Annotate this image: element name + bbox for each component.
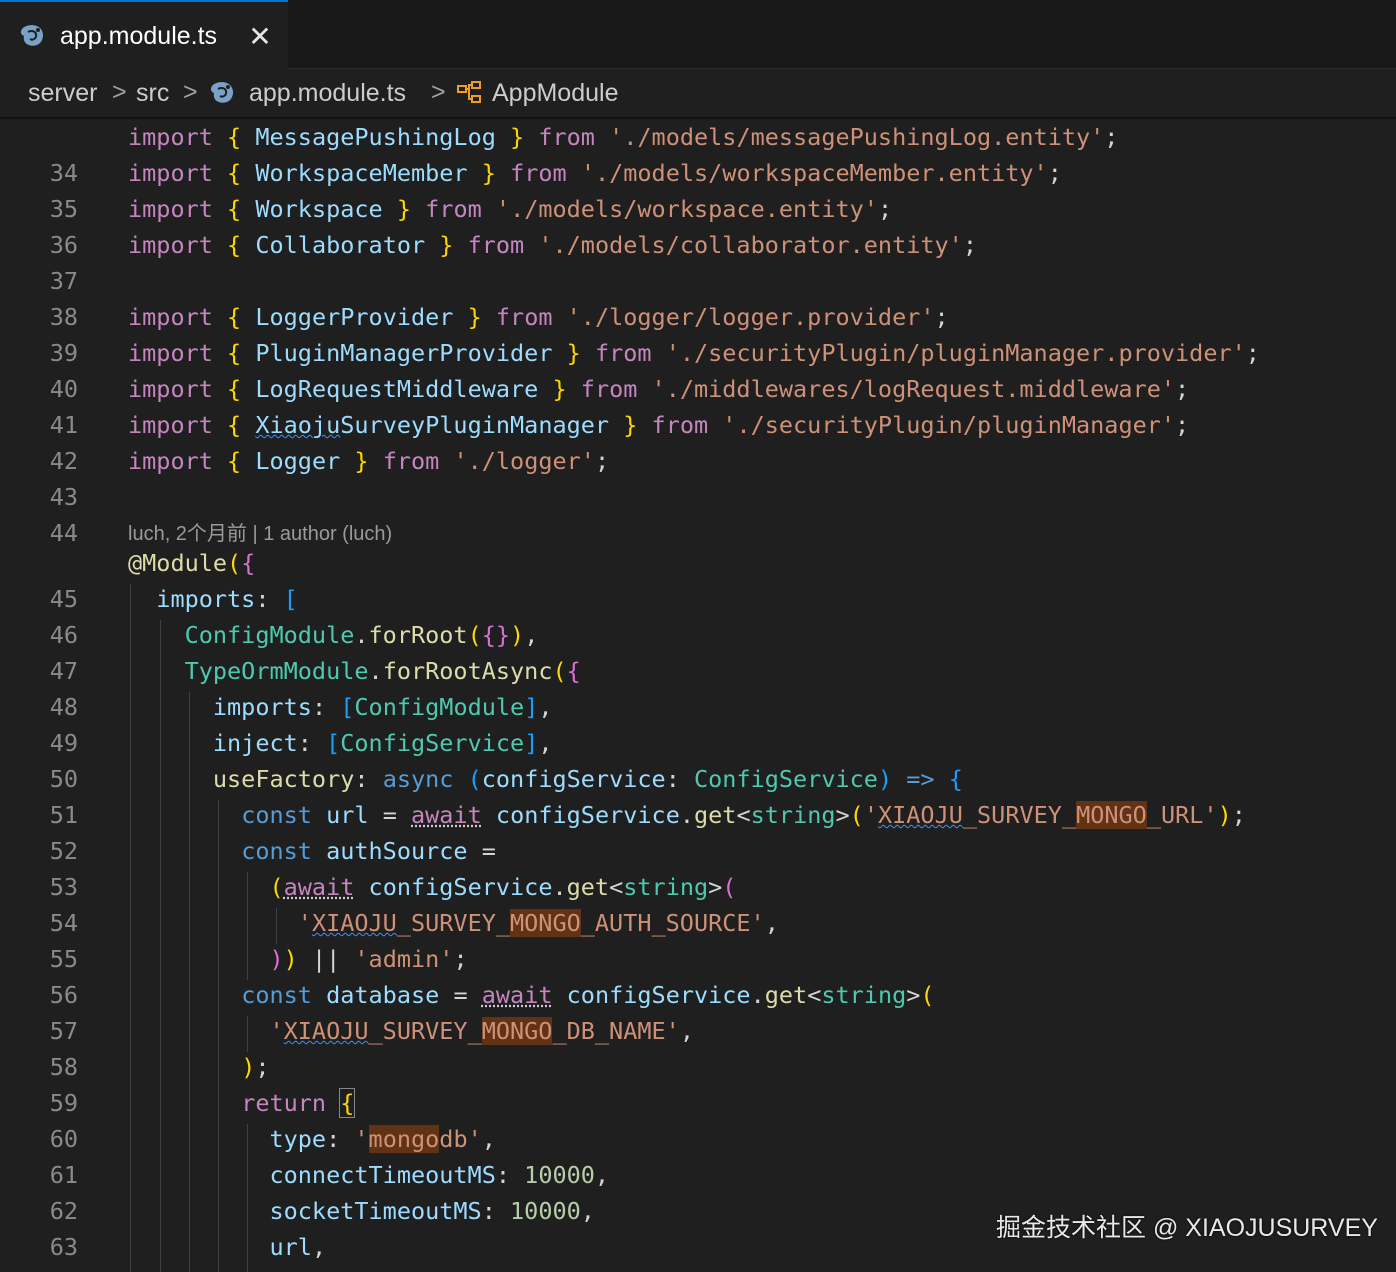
breadcrumb-item-server[interactable]: server bbox=[28, 79, 97, 108]
watermark: 掘金技术社区 @ XIAOJUSURVEY bbox=[996, 1214, 1378, 1242]
code-line: 39 import { LoggerProvider } from './log… bbox=[0, 299, 1396, 367]
code-editor[interactable]: 34 import { MessagePushingLog } from './… bbox=[0, 117, 1396, 1272]
code-line: 46 imports: [ bbox=[0, 581, 1396, 649]
code-line: 41 import { LogRequestMiddleware } from … bbox=[0, 371, 1396, 439]
code-line: 55 'XIAOJU_SURVEY_MONGO_AUTH_SOURCE', bbox=[0, 905, 1396, 973]
chevron-right-icon: > bbox=[431, 78, 446, 106]
code-line: 36 import { Workspace } from './models/w… bbox=[0, 191, 1396, 259]
code-line: 62 connectTimeoutMS: 10000, bbox=[0, 1157, 1396, 1225]
code-line: 38 bbox=[0, 263, 1396, 331]
chevron-right-icon: > bbox=[112, 78, 127, 106]
code-line: 50 inject: [ConfigService], bbox=[0, 725, 1396, 793]
breadcrumb-item-symbol[interactable]: AppModule bbox=[492, 79, 618, 108]
tab-title: app.module.ts bbox=[60, 22, 218, 50]
code-line: 53 const authSource = bbox=[0, 833, 1396, 901]
code-line: 49 imports: [ConfigModule], bbox=[0, 689, 1396, 757]
code-line: 40 import { PluginManagerProvider } from… bbox=[0, 335, 1396, 403]
tab-bar: app.module.ts ✕ bbox=[0, 0, 1396, 69]
breadcrumb-item-src[interactable]: src bbox=[136, 79, 169, 108]
code-line: 35 import { WorkspaceMember } from './mo… bbox=[0, 155, 1396, 223]
code-line: 51 useFactory: async (configService: Con… bbox=[0, 761, 1396, 829]
breadcrumb: server > src > app.module.ts > AppModule bbox=[0, 69, 1396, 117]
code-line: 57 const database = await configService.… bbox=[0, 977, 1396, 1045]
close-icon[interactable]: ✕ bbox=[244, 21, 276, 53]
code-line: 48 TypeOrmModule.forRootAsync({ bbox=[0, 653, 1396, 721]
code-line: 47 ConfigModule.forRoot({}), bbox=[0, 617, 1396, 685]
code-line: 34 import { MessagePushingLog } from './… bbox=[0, 119, 1396, 187]
code-line: 42 import { XiaojuSurveyPluginManager } … bbox=[0, 407, 1396, 475]
nestjs-icon bbox=[20, 25, 44, 46]
nestjs-icon bbox=[210, 82, 234, 103]
code-line: 45 @Module({ bbox=[0, 545, 1396, 613]
code-line: 56 )) || 'admin'; bbox=[0, 941, 1396, 1009]
code-line: 61 type: 'mongodb', bbox=[0, 1121, 1396, 1189]
code-line: 60 return { bbox=[0, 1085, 1396, 1153]
code-line: 59 ); bbox=[0, 1049, 1396, 1117]
breadcrumb-item-file[interactable]: app.module.ts bbox=[249, 79, 406, 108]
code-line: 52 const url = await configService.get<s… bbox=[0, 797, 1396, 865]
class-symbol-icon bbox=[457, 81, 481, 103]
code-line: 37 import { Collaborator } from './model… bbox=[0, 227, 1396, 295]
git-blame-codelens[interactable]: luch, 2个月前 | 1 author (luch) bbox=[128, 517, 392, 546]
code-line: 44 bbox=[0, 479, 1396, 547]
code-line: 58 'XIAOJU_SURVEY_MONGO_DB_NAME', bbox=[0, 1013, 1396, 1081]
code-line: 54 (await configService.get<string>( bbox=[0, 869, 1396, 937]
line-number: 64 bbox=[0, 1265, 78, 1272]
code-line: 43 import { Logger } from './logger'; bbox=[0, 443, 1396, 511]
tab-app-module[interactable]: app.module.ts ✕ bbox=[0, 0, 288, 69]
chevron-right-icon: > bbox=[183, 78, 198, 106]
